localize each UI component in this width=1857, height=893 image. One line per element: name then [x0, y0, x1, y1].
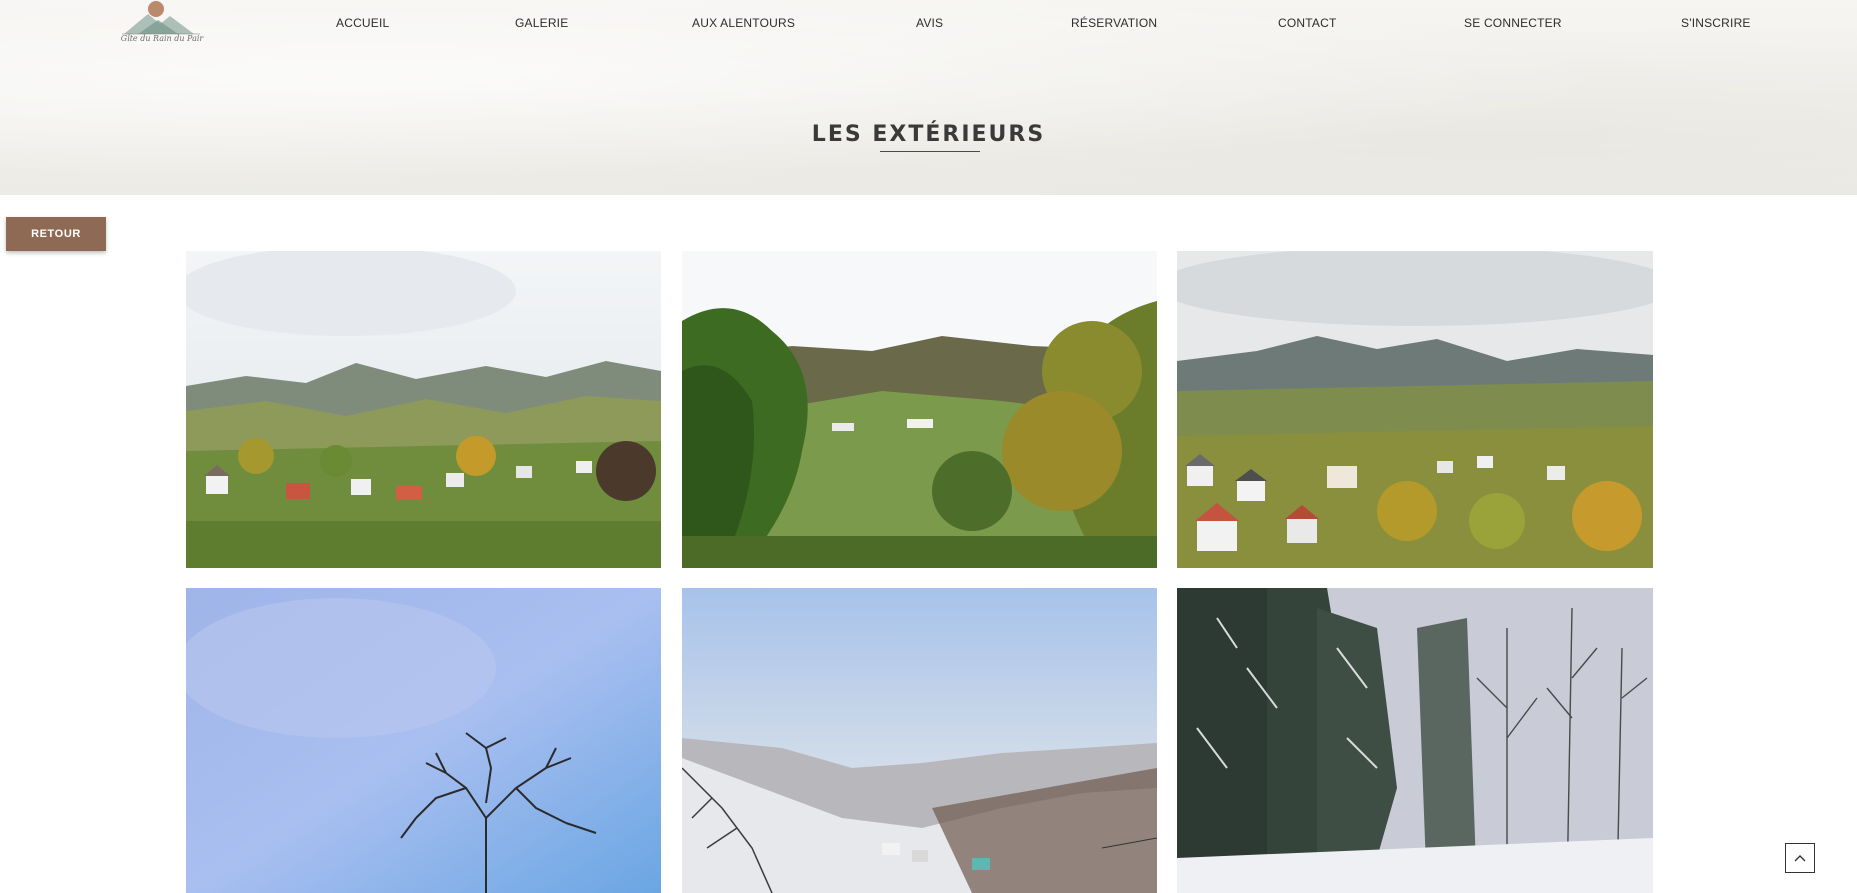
photo-village-autumn [186, 251, 661, 568]
nav-item-galerie[interactable]: GALERIE [515, 16, 568, 30]
photo-snowy-forest [1177, 588, 1653, 893]
photo-snowy-valley [682, 588, 1157, 893]
page-title: LES EXTÉRIEURS [811, 122, 1046, 147]
nav-item-contact[interactable]: CONTACT [1278, 16, 1337, 30]
chevron-up-icon [1794, 855, 1806, 862]
gallery-photo-bare-tree-sky[interactable] [186, 588, 661, 893]
gallery-photo-village-panorama[interactable] [1177, 251, 1653, 568]
gallery-photo-snowy-forest[interactable] [1177, 588, 1653, 893]
gallery-photo-village-autumn[interactable] [186, 251, 661, 568]
nav-item-accueil[interactable]: ACCUEIL [336, 16, 389, 30]
gallery-photo-snowy-valley[interactable] [682, 588, 1157, 893]
photo-valley-forest [682, 251, 1157, 568]
nav-item-avis[interactable]: AVIS [916, 16, 943, 30]
nav-item-sinscrire[interactable]: S'INSCRIRE [1681, 16, 1751, 30]
title-underline [880, 151, 980, 152]
main-navigation: ACCUEIL GALERIE AUX ALENTOURS AVIS RÉSER… [0, 16, 1857, 36]
back-to-top-button[interactable] [1785, 843, 1815, 873]
header-hero: Gîte du Rain du Pair ACCUEIL GALERIE AUX… [0, 0, 1857, 195]
nav-item-se-connecter[interactable]: SE CONNECTER [1464, 16, 1562, 30]
photo-bare-tree-sky [186, 588, 661, 893]
back-button[interactable]: RETOUR [6, 217, 106, 251]
nav-item-aux-alentours[interactable]: AUX ALENTOURS [692, 16, 795, 30]
gallery-photo-valley-forest[interactable] [682, 251, 1157, 568]
nav-item-reservation[interactable]: RÉSERVATION [1071, 16, 1157, 30]
photo-village-panorama [1177, 251, 1653, 568]
